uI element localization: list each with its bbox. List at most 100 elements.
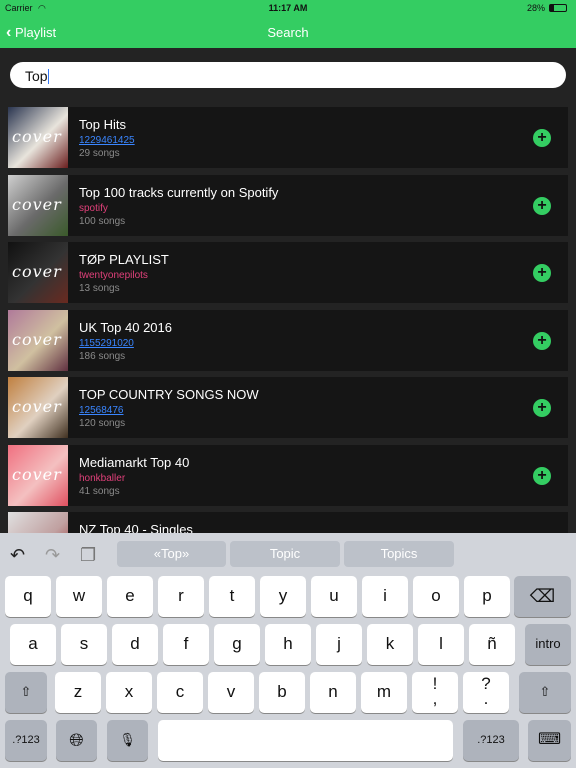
playlist-row[interactable]: cover Top 100 tracks currently on Spotif… — [8, 174, 568, 236]
key[interactable]: i — [362, 576, 408, 617]
playlist-row[interactable]: cover TØP PLAYLIST twentyonepilots 13 so… — [8, 242, 568, 303]
playlist-owner: honkballer — [79, 472, 126, 484]
cover-label: cover — [12, 262, 62, 281]
playlist-row[interactable]: cover NZ Top 40 - Singles + — [8, 512, 568, 533]
song-count: 100 songs — [79, 215, 126, 227]
cover-image: cover — [8, 107, 68, 168]
playlist-title: UK Top 40 2016 — [79, 319, 172, 335]
suggestion[interactable]: Topics — [344, 541, 454, 567]
battery-percent: 28% — [527, 3, 546, 13]
key[interactable]: g — [214, 624, 260, 665]
key[interactable]: ! , — [412, 672, 458, 713]
add-icon[interactable]: + — [533, 399, 551, 417]
cover-image: cover — [8, 309, 68, 371]
key[interactable]: p — [464, 576, 510, 617]
key[interactable]: k — [367, 624, 413, 665]
add-icon[interactable]: + — [533, 129, 551, 147]
key[interactable]: b — [259, 672, 305, 713]
key[interactable]: u — [311, 576, 357, 617]
song-count: 13 songs — [79, 283, 120, 294]
cover-label: cover — [12, 329, 62, 349]
key[interactable]: e — [107, 576, 153, 617]
key[interactable]: q — [5, 576, 51, 617]
playlist-owner[interactable]: 1229461425 — [79, 135, 135, 146]
search-input[interactable]: Top — [10, 62, 566, 88]
playlist-row[interactable]: cover Top Hits 1229461425 29 songs + — [8, 107, 568, 168]
add-icon[interactable]: + — [533, 264, 551, 282]
key[interactable]: w — [56, 576, 102, 617]
song-count: 29 songs — [79, 148, 120, 159]
suggestion[interactable]: «Top» — [117, 541, 226, 567]
add-icon[interactable]: + — [533, 196, 551, 215]
add-icon[interactable]: + — [533, 331, 551, 350]
results-list[interactable]: cover Top Hits 1229461425 29 songs + cove… — [0, 100, 576, 533]
key[interactable]: ñ — [469, 624, 515, 665]
playlist-row[interactable]: cover UK Top 40 2016 1155291020 186 song… — [8, 309, 568, 371]
status-bar: Carrier ◠ 11:17 AM 28% — [0, 0, 576, 16]
playlist-owner: spotify — [79, 202, 108, 214]
playlist-title: Top 100 tracks currently on Spotify — [79, 184, 279, 200]
playlist-row[interactable]: cover TOP COUNTRY SONGS NOW 12568476 120… — [8, 377, 568, 438]
hide-keyboard-icon[interactable]: ⌨ — [528, 720, 571, 761]
shift-key-right[interactable]: ⇧ — [519, 672, 571, 713]
key[interactable]: f — [163, 624, 209, 665]
key[interactable]: n — [310, 672, 356, 713]
key[interactable]: ? . — [463, 672, 509, 713]
suggestion[interactable]: Topic — [230, 541, 340, 567]
key[interactable]: r — [158, 576, 204, 617]
playlist-title: TØP PLAYLIST — [79, 252, 169, 267]
key[interactable]: o — [413, 576, 459, 617]
numbers-key-right[interactable]: .?123 — [463, 720, 519, 761]
clock: 11:17 AM — [268, 3, 308, 13]
key[interactable]: c — [157, 672, 203, 713]
return-key[interactable]: intro — [525, 624, 571, 665]
playlist-title: TOP COUNTRY SONGS NOW — [79, 387, 259, 402]
paste-icon[interactable]: ❐ — [80, 545, 96, 566]
battery-icon — [549, 4, 567, 12]
playlist-owner: twentyonepilots — [79, 270, 148, 281]
cover-image: cover — [8, 512, 68, 533]
key[interactable]: z — [55, 672, 101, 713]
key[interactable]: a — [10, 624, 56, 665]
add-icon[interactable]: + — [533, 466, 551, 485]
key[interactable]: m — [361, 672, 407, 713]
nav-bar: ‹ Playlist Search — [0, 16, 576, 48]
song-count: 41 songs — [79, 485, 120, 497]
song-count: 120 songs — [79, 418, 126, 429]
cover-label: cover — [12, 464, 62, 484]
backspace-key[interactable]: ⌫ — [514, 576, 571, 617]
playlist-owner[interactable]: 1155291020 — [79, 338, 134, 349]
cover-image: cover — [8, 444, 68, 506]
playlist-row[interactable]: cover Mediamarkt Top 40 honkballer 41 so… — [8, 444, 568, 506]
playlist-title: NZ Top 40 - Singles — [79, 522, 193, 533]
search-value: Top — [25, 68, 48, 84]
key[interactable]: v — [208, 672, 254, 713]
cover-label: cover — [12, 397, 62, 416]
key[interactable]: s — [61, 624, 107, 665]
shift-key[interactable]: ⇧ — [5, 672, 47, 713]
playlist-title: Mediamarkt Top 40 — [79, 454, 190, 470]
undo-icon[interactable]: ↶ — [10, 545, 25, 566]
key[interactable]: l — [418, 624, 464, 665]
keyboard: ↶ ↷ ❐ «Top» Topic Topics ⌫ intro ⇧ ⇧ .?1… — [0, 533, 576, 768]
microphone-icon[interactable]: 🎙︎ — [107, 720, 148, 761]
key[interactable]: h — [265, 624, 311, 665]
cover-label: cover — [12, 194, 62, 214]
space-key[interactable] — [158, 720, 453, 761]
key[interactable]: d — [112, 624, 158, 665]
key[interactable]: t — [209, 576, 255, 617]
numbers-key[interactable]: .?123 — [5, 720, 47, 761]
cover-label: cover — [12, 127, 62, 146]
globe-icon[interactable]: 🌐︎ — [56, 720, 97, 761]
song-count: 186 songs — [79, 350, 126, 362]
key[interactable]: y — [260, 576, 306, 617]
key[interactable]: j — [316, 624, 362, 665]
redo-icon[interactable]: ↷ — [45, 545, 60, 566]
text-caret — [47, 69, 49, 84]
cover-image: cover — [8, 242, 68, 303]
key[interactable]: x — [106, 672, 152, 713]
playlist-owner[interactable]: 12568476 — [79, 405, 124, 416]
cover-image: cover — [8, 174, 68, 236]
cover-image: cover — [8, 377, 68, 438]
page-title: Search — [267, 25, 309, 40]
